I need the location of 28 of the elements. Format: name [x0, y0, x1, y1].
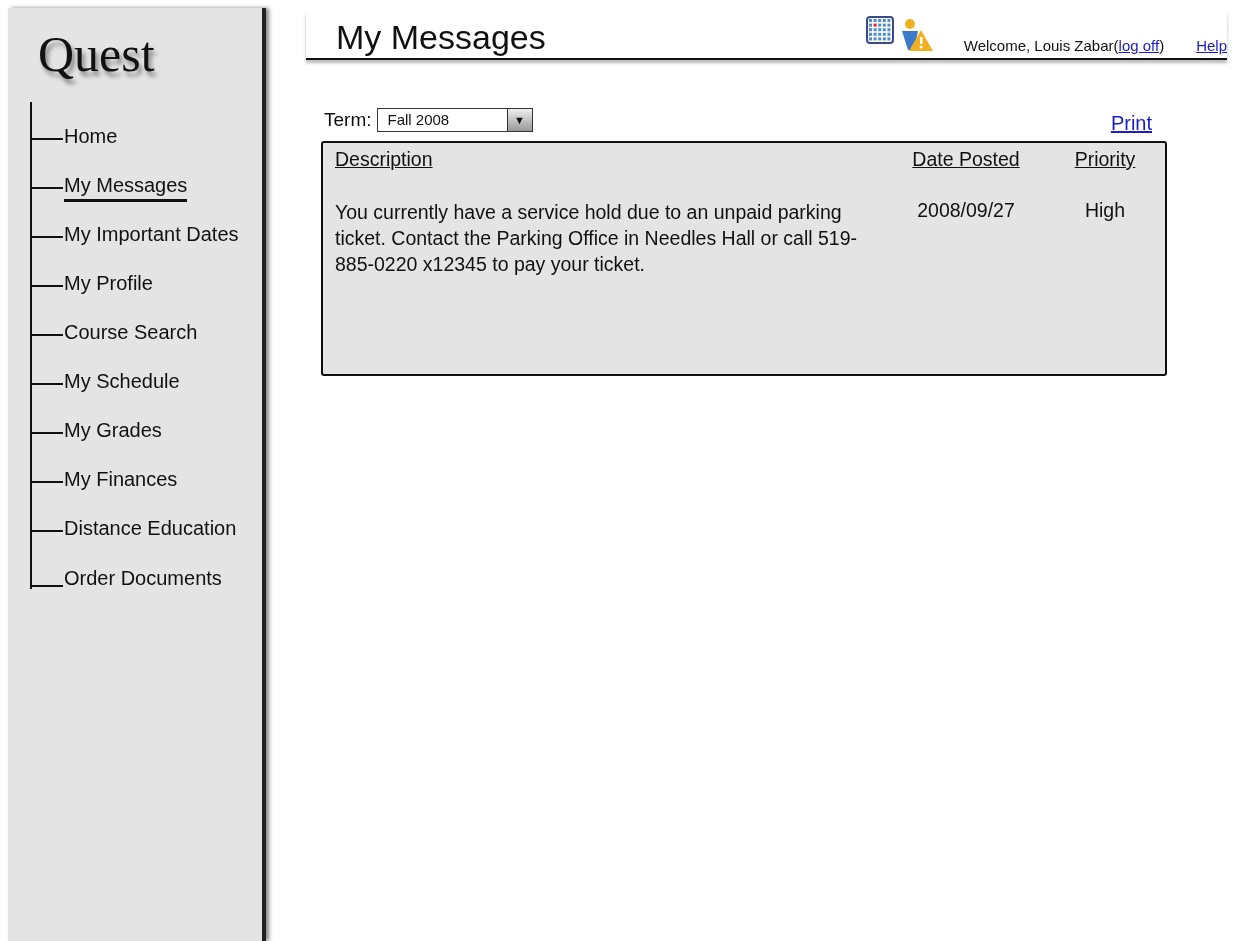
help-link[interactable]: Help — [1196, 37, 1227, 54]
nav-link[interactable]: Home — [64, 124, 118, 153]
nav-link[interactable]: Order Documents — [64, 567, 222, 595]
log-off-link[interactable]: log off — [1118, 37, 1160, 54]
term-dropdown[interactable]: Fall 2008 ▼ — [376, 107, 533, 132]
parenthesis: ( — [1113, 37, 1119, 54]
table-cell-text: 2008/09/27 — [916, 199, 1016, 223]
nav-link[interactable]: My Important Dates — [64, 222, 239, 251]
nav-link[interactable]: My Grades — [64, 418, 162, 447]
parenthesis: ) — [1159, 37, 1165, 54]
welcome-text: Welcome, Louis Zabar — [963, 37, 1114, 54]
nav-link[interactable]: Distance Education — [64, 516, 237, 545]
nav-link[interactable]: Course Search — [64, 320, 198, 349]
print-link[interactable]: Print — [1110, 112, 1152, 135]
column-header[interactable]: Date Posted — [875, 148, 1057, 171]
logo-text: Quest — [37, 25, 156, 82]
term-label: Term: — [324, 108, 372, 131]
nav-link[interactable]: My Messages — [64, 173, 188, 202]
person-warning-icon[interactable] — [899, 18, 934, 52]
nav-link[interactable]: My Finances — [64, 467, 178, 496]
nav-link[interactable]: My Schedule — [64, 369, 180, 398]
message-text: You currently have a service hold due to an unpaid parking ticket. Contact the Parking Office in Needles Hall or call 519-885-0220 x12345 to pay your ticket. — [335, 200, 859, 277]
column-header[interactable]: Description — [335, 148, 875, 171]
column-header[interactable]: Priority — [1057, 148, 1153, 171]
table-cell-text: High — [1083, 199, 1127, 223]
nav-link[interactable]: My Profile — [64, 271, 153, 300]
calendar-icon[interactable] — [865, 16, 894, 44]
page-title: My Messages — [336, 18, 546, 56]
